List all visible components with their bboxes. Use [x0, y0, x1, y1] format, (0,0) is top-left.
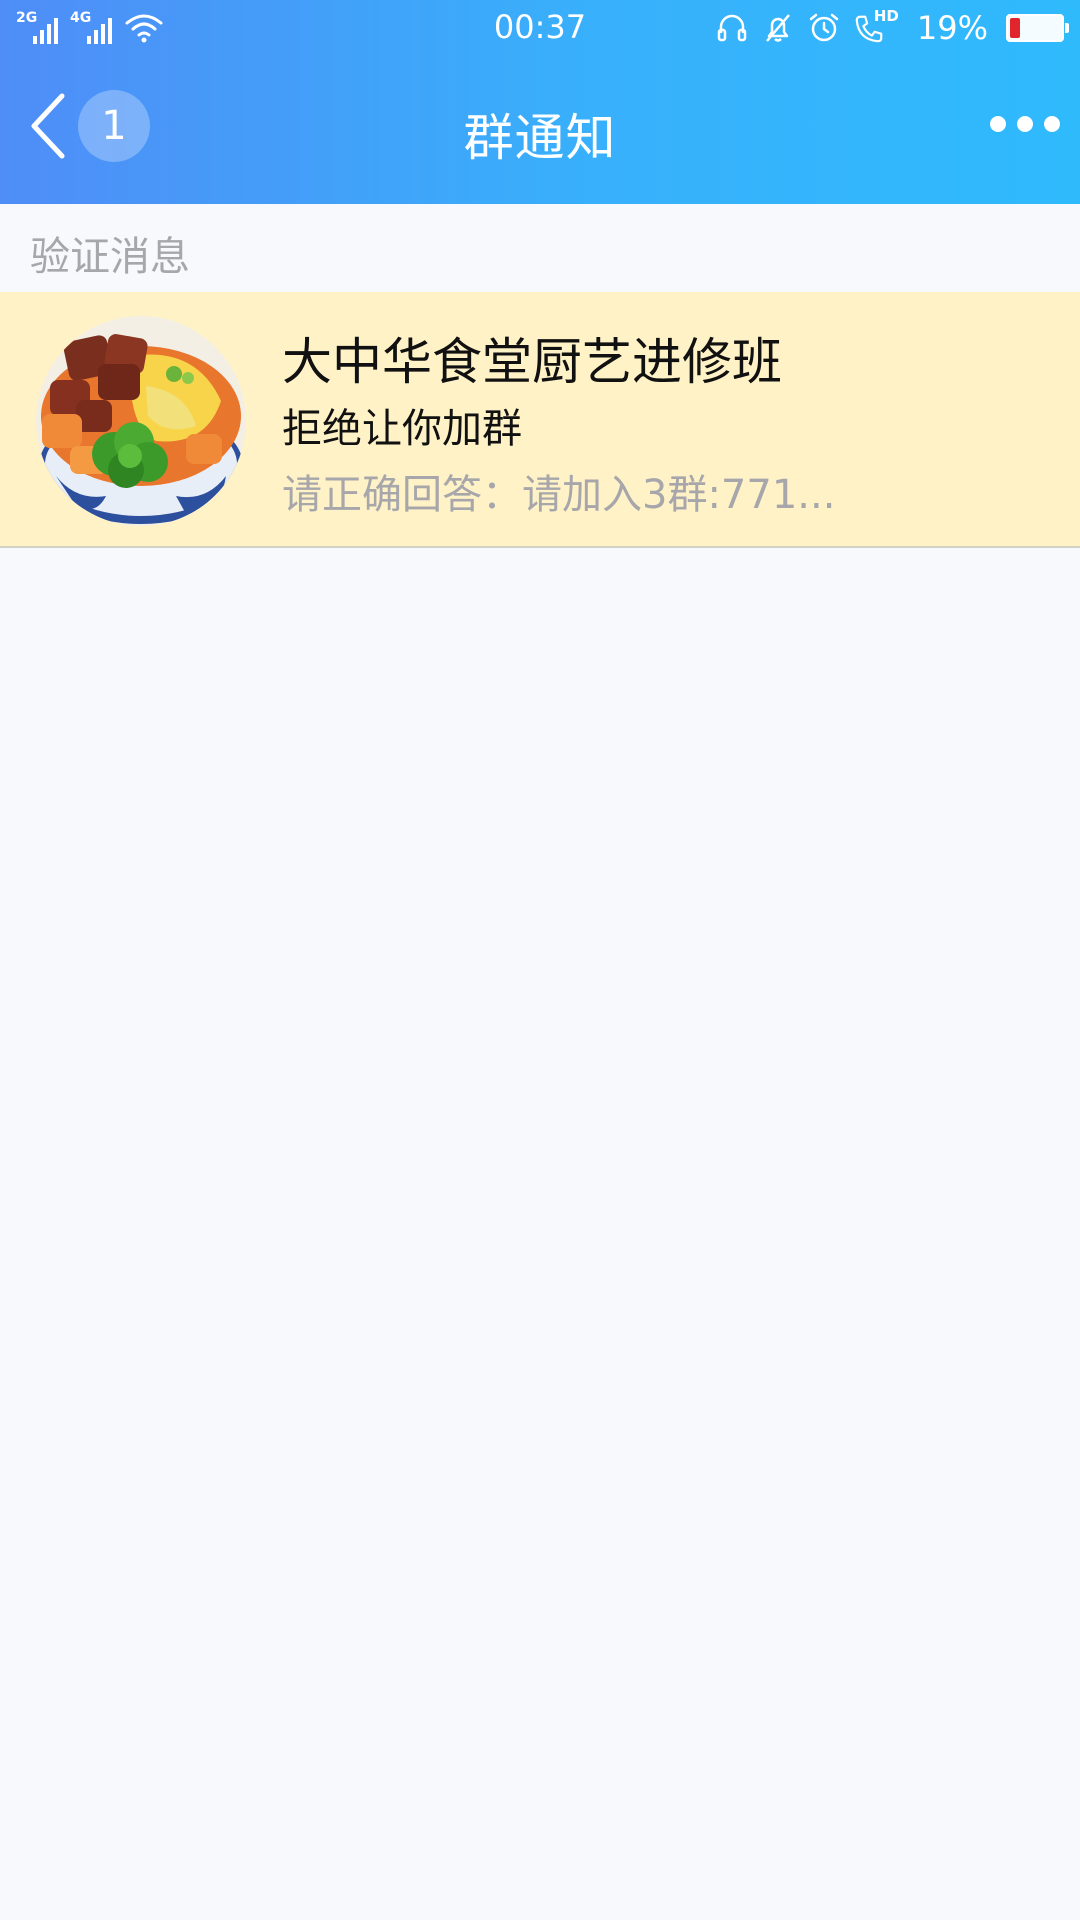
alarm-icon	[809, 13, 839, 42]
battery-icon	[1006, 14, 1069, 42]
hd-call-icon: HD	[853, 7, 899, 45]
more-dots-icon	[1044, 116, 1060, 132]
notification-status: 拒绝让你加群	[282, 406, 522, 452]
section-header: 验证消息	[0, 204, 1080, 292]
battery-percent: 19%	[916, 9, 988, 47]
more-dots-icon	[990, 116, 1006, 132]
more-dots-icon	[1017, 116, 1033, 132]
bell-off-icon	[765, 14, 790, 42]
group-name: 大中华食堂厨艺进修班	[282, 333, 782, 391]
title-bar: 1 群通知	[0, 56, 1080, 204]
request-message: 请正确回答：请加入3群:771...	[282, 472, 836, 518]
notification-item[interactable]: 大中华食堂厨艺进修班 拒绝让你加群 请正确回答：请加入3群:771...	[0, 292, 1080, 548]
status-bar: 2G 4G 00:37 HD 19%	[0, 0, 1080, 56]
status-bar-right: HD 19%	[715, 7, 1069, 48]
section-title: 验证消息	[30, 234, 190, 280]
page-title: 群通知	[463, 109, 617, 167]
more-options-button[interactable]	[990, 104, 1060, 144]
hd-label: HD	[873, 7, 899, 25]
headset-icon	[717, 14, 747, 42]
battery-level-fill	[1010, 18, 1021, 38]
app-header: 2G 4G 00:37 HD 19% 1 群通知	[0, 0, 1080, 204]
group-avatar[interactable]	[36, 316, 246, 526]
